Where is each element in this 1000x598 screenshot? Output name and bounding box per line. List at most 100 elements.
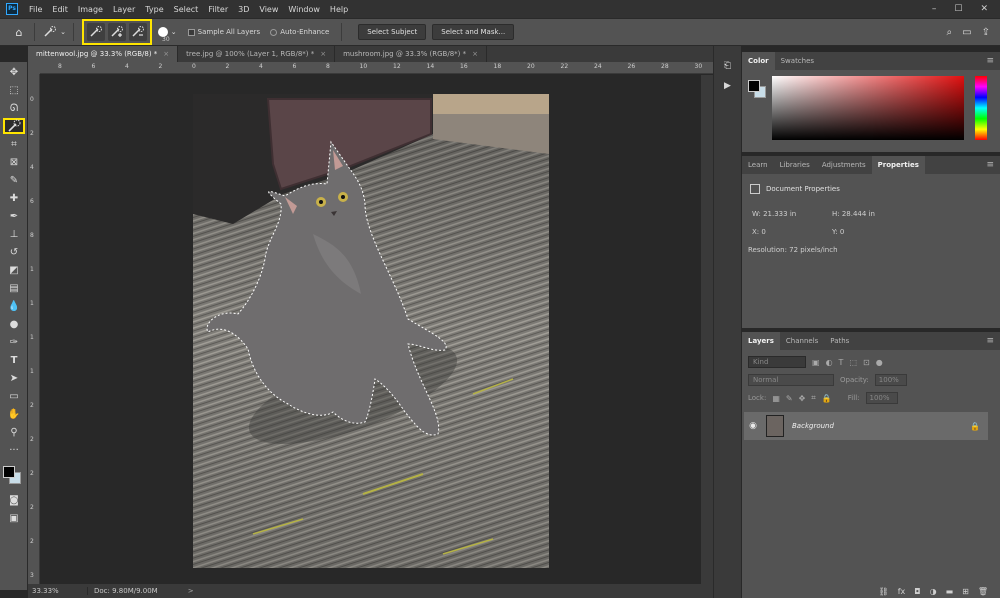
checkbox-box[interactable] xyxy=(270,28,278,36)
lock-transparency-icon[interactable]: ▦ xyxy=(772,394,780,403)
blend-mode-select[interactable]: Normal xyxy=(748,374,834,386)
menu-3d[interactable]: 3D xyxy=(233,5,254,14)
add-to-selection-icon[interactable] xyxy=(108,23,126,41)
kind-filter-select[interactable]: Kind xyxy=(748,356,806,368)
tab-tree[interactable]: tree.jpg @ 100% (Layer 1, RGB/8*) * × xyxy=(178,46,336,62)
close-icon[interactable]: × xyxy=(320,50,326,58)
tab-swatches[interactable]: Swatches xyxy=(775,52,820,70)
lock-pixels-icon[interactable]: ✎ xyxy=(786,394,793,403)
path-selection-tool-icon[interactable]: ➤ xyxy=(3,370,25,386)
close-window-button[interactable]: ✕ xyxy=(980,4,988,14)
menu-help[interactable]: Help xyxy=(325,5,353,14)
type-tool-icon[interactable]: T xyxy=(3,352,25,368)
hue-slider[interactable] xyxy=(975,76,987,140)
y-value[interactable]: Y: 0 xyxy=(832,228,912,236)
lasso-tool-icon[interactable]: ᘏ xyxy=(3,100,25,116)
menu-image[interactable]: Image xyxy=(73,5,108,14)
smart-object-filter-icon[interactable]: ⊡ xyxy=(863,358,870,367)
document-image[interactable] xyxy=(193,94,549,568)
gradient-tool-icon[interactable]: ▤ xyxy=(3,280,25,296)
foreground-color-swatch[interactable] xyxy=(748,80,760,92)
select-and-mask-button[interactable]: Select and Mask... xyxy=(432,24,515,40)
height-value[interactable]: H: 28.444 in xyxy=(832,210,912,218)
menu-window[interactable]: Window xyxy=(283,5,325,14)
blur-tool-icon[interactable]: 💧 xyxy=(3,298,25,314)
search-icon[interactable]: ⌕ xyxy=(947,27,953,38)
pen-tool-icon[interactable]: ✑ xyxy=(3,334,25,350)
panel-menu-icon[interactable]: ≡ xyxy=(986,336,1000,346)
workspace-icon[interactable]: ▭ xyxy=(962,27,971,38)
tab-learn[interactable]: Learn xyxy=(742,156,774,174)
opacity-input[interactable]: 100% xyxy=(874,374,907,386)
minimize-button[interactable]: – xyxy=(932,4,937,14)
shape-filter-icon[interactable]: ⬚ xyxy=(849,358,857,367)
image-filter-icon[interactable]: ▣ xyxy=(812,358,820,367)
fill-input[interactable]: 100% xyxy=(865,392,898,404)
quick-mask-icon[interactable]: ◙ xyxy=(3,492,25,508)
panel-menu-icon[interactable]: ≡ xyxy=(986,160,1000,170)
move-tool-icon[interactable]: ✥ xyxy=(3,64,25,80)
rectangle-tool-icon[interactable]: ▭ xyxy=(3,388,25,404)
tab-layers[interactable]: Layers xyxy=(742,332,780,350)
status-menu-icon[interactable]: > xyxy=(188,587,194,595)
menu-file[interactable]: File xyxy=(24,5,47,14)
type-filter-icon[interactable]: T xyxy=(839,358,844,367)
quick-selection-tool-icon[interactable] xyxy=(3,118,25,134)
quick-selection-preset-icon[interactable] xyxy=(41,23,59,41)
more-tools-icon[interactable]: ··· xyxy=(3,442,25,458)
link-layers-icon[interactable]: ⛓ xyxy=(879,587,889,596)
eraser-tool-icon[interactable]: ◩ xyxy=(3,262,25,278)
menu-select[interactable]: Select xyxy=(169,5,204,14)
clone-stamp-tool-icon[interactable]: ⊥ xyxy=(3,226,25,242)
zoom-tool-icon[interactable]: ⚲ xyxy=(3,424,25,440)
checkbox-box[interactable] xyxy=(187,28,195,36)
tab-adjustments[interactable]: Adjustments xyxy=(816,156,872,174)
menu-filter[interactable]: Filter xyxy=(203,5,233,14)
layer-lock-icon[interactable]: 🔒 xyxy=(970,422,988,431)
marquee-tool-icon[interactable]: ⬚ xyxy=(3,82,25,98)
actions-play-icon[interactable]: ▶ xyxy=(718,78,738,94)
add-mask-icon[interactable]: ◘ xyxy=(914,587,920,596)
hand-tool-icon[interactable]: ✋ xyxy=(3,406,25,422)
tab-color[interactable]: Color xyxy=(742,52,775,70)
adjustment-filter-icon[interactable]: ◐ xyxy=(826,358,833,367)
close-icon[interactable]: × xyxy=(163,50,169,58)
x-value[interactable]: X: 0 xyxy=(752,228,832,236)
color-swatches[interactable] xyxy=(3,462,27,484)
menu-layer[interactable]: Layer xyxy=(108,5,140,14)
menu-type[interactable]: Type xyxy=(140,5,168,14)
sample-all-layers-checkbox[interactable]: Sample All Layers xyxy=(187,28,260,36)
new-adjustment-icon[interactable]: ◑ xyxy=(930,587,937,596)
layer-name[interactable]: Background xyxy=(792,422,834,430)
layer-row-background[interactable]: ◉ Background 🔒 xyxy=(744,412,988,440)
tab-channels[interactable]: Channels xyxy=(780,332,824,350)
lock-position-icon[interactable]: ✥ xyxy=(799,394,806,403)
auto-enhance-checkbox[interactable]: Auto-Enhance xyxy=(270,28,329,36)
tab-paths[interactable]: Paths xyxy=(824,332,855,350)
layer-style-icon[interactable]: fx xyxy=(898,587,906,596)
tab-libraries[interactable]: Libraries xyxy=(774,156,816,174)
lock-artboard-icon[interactable]: ⌗ xyxy=(811,393,816,403)
zoom-level[interactable]: 33.33% xyxy=(28,587,88,595)
history-brush-tool-icon[interactable]: ↺ xyxy=(3,244,25,260)
history-panel-icon[interactable]: ⎗ xyxy=(718,58,738,74)
vertical-scrollbar[interactable] xyxy=(701,75,713,584)
eyedropper-tool-icon[interactable]: ✎ xyxy=(3,172,25,188)
dodge-tool-icon[interactable]: ● xyxy=(3,316,25,332)
visibility-eye-icon[interactable]: ◉ xyxy=(744,421,762,431)
brush-tool-icon[interactable]: ✒ xyxy=(3,208,25,224)
saturation-brightness-field[interactable] xyxy=(772,76,964,140)
screen-mode-icon[interactable]: ▣ xyxy=(3,510,25,526)
menu-edit[interactable]: Edit xyxy=(47,5,73,14)
delete-layer-icon[interactable]: 🗑 xyxy=(978,587,988,596)
filter-toggle-icon[interactable]: ● xyxy=(876,358,883,367)
frame-tool-icon[interactable]: ⊠ xyxy=(3,154,25,170)
new-group-icon[interactable]: ▬ xyxy=(946,587,954,596)
width-value[interactable]: W: 21.333 in xyxy=(752,210,832,218)
subtract-from-selection-icon[interactable] xyxy=(129,23,147,41)
select-subject-button[interactable]: Select Subject xyxy=(358,24,427,40)
new-layer-icon[interactable]: ⊞ xyxy=(962,587,969,596)
chevron-down-icon[interactable]: ⌄ xyxy=(170,23,178,41)
healing-brush-tool-icon[interactable]: ✚ xyxy=(3,190,25,206)
panel-menu-icon[interactable]: ≡ xyxy=(986,56,1000,66)
